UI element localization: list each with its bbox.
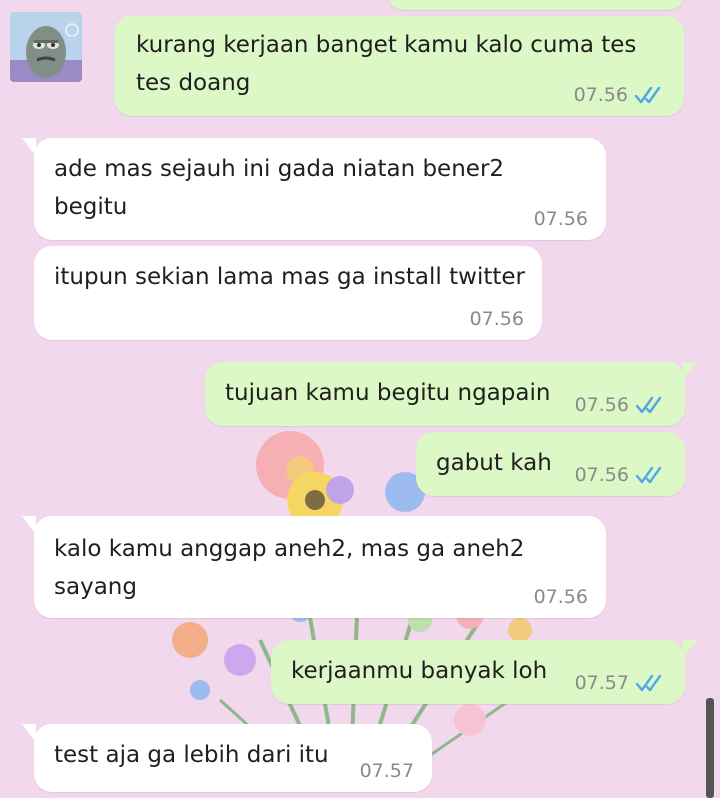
previous-message-bubble-edge bbox=[388, 0, 684, 10]
message-text-line: tujuan kamu begitu ngapain bbox=[225, 380, 551, 406]
message-timestamp: 07.56 bbox=[574, 394, 629, 416]
bubble-tail bbox=[22, 516, 36, 534]
message-timestamp: 07.57 bbox=[574, 672, 629, 694]
double-check-read-icon bbox=[635, 466, 662, 484]
bubble-tail bbox=[22, 724, 36, 742]
message-text-line: itupun sekian lama mas ga install twitte… bbox=[54, 264, 525, 290]
message-timestamp: 07.56 bbox=[469, 308, 524, 330]
bubble-tail bbox=[683, 640, 697, 658]
message-bubble-outgoing[interactable]: kerjaanmu banyak loh 07.57 bbox=[271, 640, 697, 704]
message-text-line: tes doang bbox=[136, 70, 251, 96]
message-text-line: kurang kerjaan banget kamu kalo cuma tes bbox=[136, 32, 637, 58]
message-text-line: kalo kamu anggap aneh2, mas ga aneh2 bbox=[54, 536, 525, 562]
scrollbar-thumb[interactable] bbox=[706, 698, 714, 798]
message-text-line: ade mas sejauh ini gada niatan bener2 bbox=[54, 156, 505, 182]
message-timestamp: 07.56 bbox=[533, 586, 588, 608]
double-check-read-icon bbox=[635, 674, 662, 692]
message-bubble-outgoing[interactable]: tujuan kamu begitu ngapain 07.56 bbox=[205, 362, 697, 426]
gray-character-avatar-icon bbox=[10, 12, 82, 82]
double-check-read-icon bbox=[635, 396, 662, 414]
message-timestamp: 07.57 bbox=[359, 760, 414, 782]
message-bubble-outgoing[interactable]: gabut kah 07.56 bbox=[416, 432, 685, 496]
message-bubble-incoming[interactable]: test aja ga lebih dari itu 07.57 bbox=[22, 724, 432, 792]
message-text-line: sayang bbox=[54, 574, 137, 600]
message-text-line: gabut kah bbox=[436, 450, 552, 476]
message-timestamp: 07.56 bbox=[573, 84, 628, 106]
message-text-line: test aja ga lebih dari itu bbox=[54, 742, 329, 768]
bubble-tail bbox=[683, 362, 697, 380]
message-text-line: kerjaanmu banyak loh bbox=[291, 658, 548, 684]
message-bubble-outgoing[interactable]: kurang kerjaan banget kamu kalo cuma tes… bbox=[114, 16, 684, 116]
message-bubble-incoming[interactable]: kalo kamu anggap aneh2, mas ga aneh2 say… bbox=[22, 516, 606, 618]
message-timestamp: 07.56 bbox=[533, 208, 588, 230]
bubble-tail bbox=[22, 138, 36, 156]
message-bubble-incoming[interactable]: itupun sekian lama mas ga install twitte… bbox=[34, 246, 542, 340]
message-timestamp: 07.56 bbox=[574, 464, 629, 486]
double-check-read-icon bbox=[634, 86, 661, 104]
message-bubble-incoming[interactable]: ade mas sejauh ini gada niatan bener2 be… bbox=[22, 138, 606, 240]
message-text-line: begitu bbox=[54, 194, 128, 220]
contact-avatar[interactable] bbox=[10, 12, 82, 82]
